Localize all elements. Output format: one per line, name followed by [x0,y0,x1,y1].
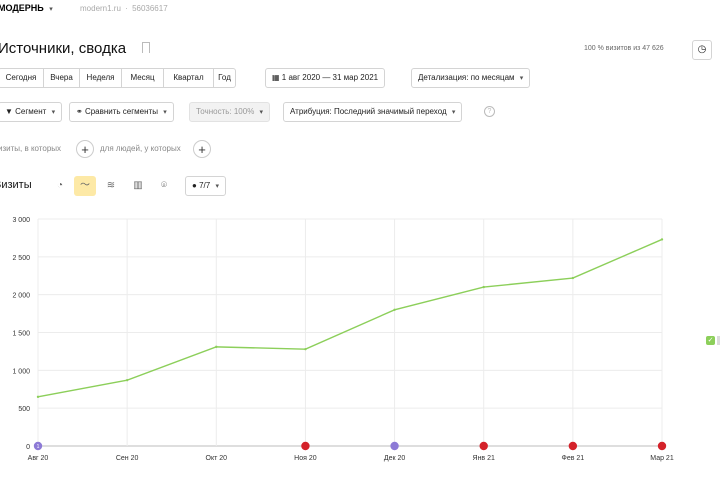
y-tick-label: 1 000 [12,368,30,375]
data-point[interactable] [571,276,575,280]
period-button[interactable]: Неделя [80,68,122,88]
map-pin-icon[interactable]: ⌾ [153,176,175,196]
date-range-label: 1 авг 2020 — 31 мар 2021 [281,73,379,82]
annotation-marker[interactable] [301,441,310,451]
data-point[interactable] [482,285,485,289]
compare-segments-button[interactable]: ⚭ Сравнить сегменты ▾ [69,102,174,122]
data-point[interactable] [36,395,40,399]
attribution-select[interactable]: Атрибуция: Последний значимый переход ▾ [283,102,463,122]
chevron-down-icon: ▾ [163,109,167,116]
legend-checkbox[interactable]: ✓ [706,336,715,345]
pie-chart-icon[interactable]: ◔ [49,176,71,196]
x-tick-label: Дек 20 [384,455,406,462]
period-button[interactable]: Квартал [164,68,214,88]
segment-button[interactable]: ▼ Сегмент ▾ [0,102,63,122]
date-range-button[interactable]: ▦ 1 авг 2020 — 31 мар 2021 [265,68,386,88]
annotation-marker[interactable] [390,441,399,451]
visits-filter-label: изиты, в которых [0,144,62,153]
detail-select[interactable]: Детализация: по месяцам ▾ [411,68,531,88]
period-button[interactable]: Сегодня [0,68,44,88]
counter-name: МОДЕРНЬ [0,3,44,13]
comment-icon: ● [192,181,197,190]
page-title: Источники, сводка [0,40,127,57]
compare-icon: ⚭ [76,107,83,116]
x-tick-label: Фев 21 [562,455,585,462]
annotation-marker[interactable] [657,441,667,451]
y-tick-label: 3 000 [12,217,30,224]
visits-share: 100 % визитов из 47 626 [584,45,664,52]
x-tick-label: Ноя 20 [294,455,317,462]
site-name: modern1.ru [80,4,121,13]
metric-title: Визиты [0,179,32,191]
compare-label: Сравнить сегменты [84,107,158,116]
data-point[interactable] [304,347,307,351]
annotation-marker[interactable] [568,441,578,451]
site-info: modern1.ru · 56036617 [80,4,168,13]
chevron-down-icon: ▾ [451,109,456,116]
people-filter-label: для людей, у которых [100,144,181,153]
data-point[interactable] [125,378,129,382]
x-tick-label: Янв 21 [473,455,495,462]
chevron-down-icon: ▾ [259,109,264,116]
annotations-count: 7/7 [199,181,211,190]
accuracy-label: Точность: 100% [196,107,255,116]
area-chart-icon[interactable]: ≋ [100,176,122,196]
add-visit-condition-button[interactable]: + [76,140,94,158]
chevron-down-icon: ▾ [51,109,56,116]
y-tick-label: 500 [18,406,30,413]
clock-icon[interactable]: ◷ [692,40,712,60]
annotations-button[interactable]: ● 7/7 ▾ [185,176,226,196]
accuracy-select[interactable]: Точность: 100% ▾ [189,102,271,122]
x-tick-label: Мар 21 [650,455,674,462]
annotation-marker[interactable] [479,441,488,451]
help-icon[interactable]: ? [484,106,495,117]
x-tick-label: Окт 20 [206,455,228,462]
calendar-icon: ▦ [272,73,280,82]
attribution-label: Атрибуция: Последний значимый переход [290,107,447,116]
x-tick-label: Авг 20 [28,455,49,462]
data-point[interactable] [660,238,664,241]
bookmark-icon[interactable] [142,42,150,53]
filter-icon: ▼ [5,107,13,116]
bar-chart-icon[interactable]: ▥ [127,176,149,196]
line-chart-icon[interactable]: 〜 [74,176,96,196]
data-point[interactable] [393,308,396,311]
y-tick-label: 2 000 [12,293,30,300]
chevron-down-icon: ▾ [519,75,524,82]
period-button[interactable]: Год [214,68,236,88]
counter-id: 56036617 [132,4,168,13]
counter-selector[interactable]: МОДЕРНЬ ▾ [0,3,53,13]
series-line [37,238,663,398]
y-tick-label: 1 500 [12,331,30,338]
y-tick-label: 2 500 [12,255,30,262]
data-point[interactable] [215,345,218,349]
period-button[interactable]: Месяц [122,68,164,88]
y-tick-label: 0 [26,444,30,451]
chevron-down-icon: ▾ [215,183,219,190]
chevron-down-icon: ▾ [49,6,53,13]
line-chart: 1 3 000 2 500 2 000 1 500 1 000 500 0 Авг 20 Сен… [12,217,674,462]
add-people-condition-button[interactable]: + [193,140,211,158]
x-tick-label: Сен 20 [116,455,139,462]
period-button[interactable]: Вчера [44,68,80,88]
segment-label: Сегмент [15,107,47,116]
annotation-marker-label: 1 [37,444,40,450]
detail-label: Детализация: по месяцам [418,73,515,82]
